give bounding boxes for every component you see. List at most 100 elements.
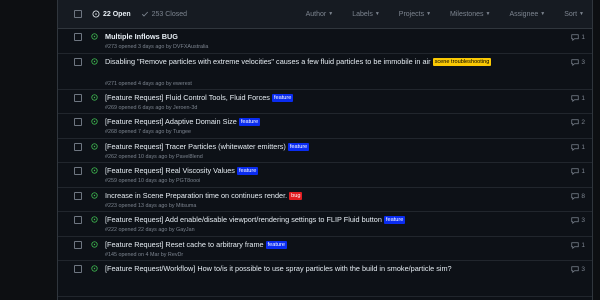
comment-icon [571, 143, 579, 151]
issue-open-icon [92, 10, 100, 18]
caret-down-icon: ▼ [485, 11, 491, 17]
issue-open-icon [91, 118, 98, 125]
projects-filter[interactable]: Projects ▼ [399, 11, 431, 18]
issue-meta: #273 opened 3 days ago by DVFXAustralia [105, 44, 209, 50]
issue-row[interactable]: [Feature Request] Reset cache to arbitra… [58, 237, 592, 261]
filter-bar: Author ▼ Labels ▼ Projects ▼ Milestones ▼ As… [287, 11, 592, 18]
caret-down-icon: ▼ [540, 11, 546, 17]
comment-count[interactable]: 3 [571, 59, 585, 66]
issue-open-icon [91, 240, 98, 248]
issue-checkbox[interactable] [74, 191, 82, 200]
issue-row[interactable]: Increase in Scene Preparation time on co… [58, 188, 592, 212]
issue-row[interactable]: [Feature Request] Adaptive Domain Size fe… [58, 114, 592, 139]
issue-title-link[interactable]: [Feature Request] Adaptive Domain Size [105, 117, 237, 126]
issue-title-link[interactable]: [Feature Request] Reset cache to arbitra… [105, 240, 264, 249]
comment-icon [571, 241, 579, 249]
issue-title-link[interactable]: Increase in Scene Preparation time on co… [105, 191, 287, 200]
issue-checkbox[interactable] [74, 57, 82, 66]
label-badge[interactable]: feature [265, 240, 287, 249]
issue-open-icon [91, 167, 98, 174]
issue-row[interactable]: Multiple Inflows BUG #273 opened 3 days a… [58, 29, 592, 54]
issue-open-icon [91, 33, 98, 40]
issue-open-icon [91, 191, 98, 199]
issues-panel: 22 Open 253 Closed Author ▼ Labels ▼ Proje… [57, 0, 593, 300]
issue-row[interactable]: [Feature Request] Real Viscosity Values f… [58, 163, 592, 188]
issue-title-link[interactable]: Disabling "Remove particles with extreme… [105, 57, 431, 66]
issue-meta: #223 opened 13 days ago by Mitsuma [105, 202, 197, 209]
comment-count[interactable]: 1 [571, 144, 585, 151]
open-issues-filter[interactable]: 22 Open [92, 10, 131, 18]
comment-icon [571, 34, 579, 41]
issue-meta: #222 opened 22 days ago by GayJan [105, 227, 195, 233]
comment-icon [571, 94, 579, 102]
open-count-label: 22 Open [103, 10, 131, 18]
issue-title-link[interactable]: [Feature Request] Real Viscosity Values [105, 166, 235, 175]
issues-header: 22 Open 253 Closed Author ▼ Labels ▼ Proje… [58, 0, 592, 29]
issue-checkbox[interactable] [74, 93, 82, 102]
caret-down-icon: ▼ [328, 11, 334, 17]
issue-checkbox[interactable] [74, 240, 82, 249]
issue-row[interactable]: [Feature Request/Workflow] How to/is it … [58, 261, 592, 297]
comment-count[interactable]: 8 [571, 193, 585, 200]
issue-list: Multiple Inflows BUG #273 opened 3 days a… [58, 29, 592, 297]
issue-checkbox[interactable] [74, 265, 82, 273]
issue-row[interactable]: Disabling "Remove particles with extreme… [58, 54, 592, 90]
caret-down-icon: ▼ [579, 11, 584, 17]
issue-title-link[interactable]: [Feature Request] Fluid Control Tools, F… [105, 93, 270, 102]
issue-meta: #262 opened 10 days ago by Pavel8lend [105, 153, 203, 160]
check-icon [141, 11, 148, 17]
caret-down-icon: ▼ [374, 11, 380, 17]
issue-checkbox[interactable] [74, 167, 82, 175]
issue-meta: #271 opened 4 days ago by ewerest [105, 80, 192, 87]
comment-count[interactable]: 1 [571, 242, 585, 249]
labels-filter[interactable]: Labels ▼ [352, 11, 380, 18]
comment-icon [571, 119, 579, 126]
issue-checkbox[interactable] [74, 142, 82, 151]
sort-filter[interactable]: Sort ▼ [564, 11, 584, 18]
closed-count-label: 253 Closed [151, 10, 188, 18]
issue-meta: #268 opened 7 days ago by Tungee [105, 129, 192, 135]
issue-open-icon [91, 57, 98, 65]
issue-meta: #145 opened on 4 Mar by RevDr [105, 251, 184, 258]
issue-title-link[interactable]: [Feature Request] Add enable/disable vie… [105, 215, 382, 224]
comment-icon [571, 192, 579, 200]
assignee-filter[interactable]: Assignee ▼ [509, 11, 545, 18]
comment-count[interactable]: 1 [571, 95, 585, 102]
issue-open-icon [91, 216, 98, 223]
issue-title-link[interactable]: [Feature Request/Workflow] How to/is it … [105, 264, 452, 273]
issue-row[interactable]: [Feature Request] Tracer Particles (whit… [58, 139, 592, 163]
issue-checkbox[interactable] [74, 216, 82, 224]
issue-checkbox[interactable] [74, 33, 82, 41]
comment-count[interactable]: 1 [571, 34, 585, 41]
comment-count[interactable]: 2 [571, 119, 585, 126]
comment-count[interactable]: 1 [571, 168, 585, 175]
label-badge[interactable]: feature [236, 167, 259, 175]
issue-title-link[interactable]: [Feature Request] Tracer Particles (whit… [105, 142, 286, 151]
label-badge[interactable]: feature [271, 93, 294, 102]
label-badge[interactable]: feature [287, 142, 310, 151]
issue-open-icon [91, 265, 98, 272]
comment-count[interactable]: 3 [571, 266, 585, 273]
issue-row[interactable]: [Feature Request] Add enable/disable vie… [58, 212, 592, 237]
select-all-checkbox[interactable] [74, 10, 82, 18]
comment-icon [571, 58, 579, 66]
comment-icon [571, 168, 579, 175]
closed-issues-filter[interactable]: 253 Closed [141, 10, 187, 18]
label-badge[interactable]: scene troubleshooting [432, 57, 492, 66]
issue-open-icon [91, 93, 98, 101]
label-badge[interactable]: bug [289, 191, 303, 200]
label-badge[interactable]: feature [238, 118, 261, 126]
issue-title-link[interactable]: Multiple Inflows BUG [105, 32, 178, 41]
caret-down-icon: ▼ [426, 11, 432, 17]
issue-row[interactable]: [Feature Request] Fluid Control Tools, F… [58, 90, 592, 114]
label-badge[interactable]: feature [383, 216, 406, 224]
milestones-filter[interactable]: Milestones ▼ [450, 11, 490, 18]
author-filter[interactable]: Author ▼ [306, 11, 334, 18]
comment-count[interactable]: 3 [571, 217, 585, 224]
issue-meta: #269 opened 6 days ago by Jeroen-3d [105, 104, 198, 111]
issue-meta: #259 opened 10 days ago by PGT8oooi [105, 178, 201, 184]
comment-icon [571, 217, 579, 224]
issue-checkbox[interactable] [74, 118, 82, 126]
comment-icon [571, 266, 579, 273]
issue-open-icon [91, 142, 98, 150]
